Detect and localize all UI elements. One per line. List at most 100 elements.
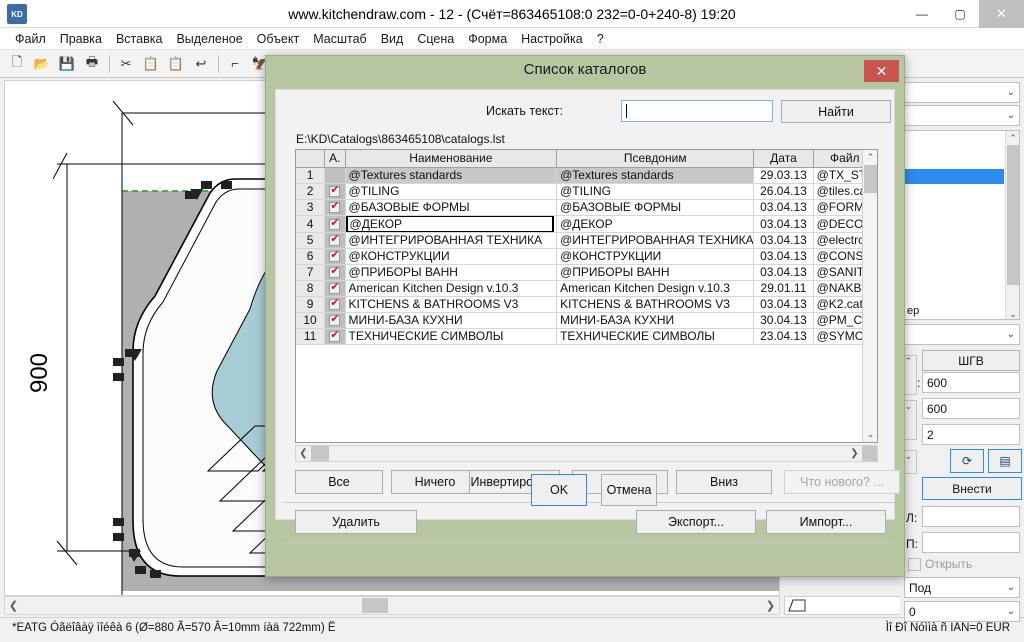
scroll-up-arrow-icon[interactable]: ⌃ — [1006, 131, 1019, 145]
table-row[interactable]: 7@ПРИБОРЫ ВАНН@ПРИБОРЫ ВАНН03.04.13@SANI… — [296, 264, 877, 281]
table-row[interactable]: 4@ДЕКОР@ДЕКОР03.04.13@DECOCU.c — [296, 215, 877, 233]
scroll-right-arrow-icon[interactable]: ❯ — [762, 599, 779, 612]
table-row[interactable]: 1 @Textures standards @Textures standards 2… — [296, 167, 877, 184]
row-alias-cell[interactable]: МИНИ-БАЗА КУХНИ — [556, 312, 755, 329]
item-list-selected-row[interactable] — [905, 169, 1004, 184]
scroll-track[interactable] — [311, 446, 847, 461]
row-name-cell[interactable]: American Kitchen Design v.10.3 — [345, 280, 558, 297]
row-alias-cell[interactable]: @ИНТЕГРИРОВАННАЯ ТЕХНИКА — [556, 232, 755, 249]
menu-item-insert[interactable]: Вставка — [109, 30, 169, 48]
row-active-checkbox[interactable] — [324, 232, 346, 249]
row-alias-cell[interactable]: @БАЗОВЫЕ ФОРМЫ — [556, 199, 755, 216]
menu-item-view[interactable]: Вид — [374, 30, 411, 48]
item-list-scrollbar[interactable]: ⌃ ⌄ — [1005, 131, 1019, 319]
save-disk-icon[interactable]: 💾 — [55, 52, 79, 76]
menu-item-settings[interactable]: Настройка — [514, 30, 590, 48]
print-icon[interactable]: 🖶 — [80, 52, 104, 76]
cancel-button[interactable]: Отмена — [601, 474, 657, 506]
row-alias-cell[interactable]: @ДЕКОР — [556, 215, 755, 233]
row-active-checkbox[interactable] — [324, 280, 346, 297]
menu-item-edit[interactable]: Правка — [53, 30, 109, 48]
menu-item-shape[interactable]: Форма — [461, 30, 514, 48]
variant-select[interactable]: ⌄ — [904, 324, 1020, 345]
row-name-cell[interactable]: @ПРИБОРЫ ВАНН — [345, 264, 558, 281]
row-active-checkbox[interactable] — [324, 264, 346, 281]
scroll-left-arrow-icon[interactable]: ❮ — [296, 448, 311, 459]
item-list[interactable]: ер ⌃ ⌄ — [904, 130, 1020, 320]
row-active-checkbox[interactable] — [324, 199, 346, 216]
number-select[interactable]: 0 ⌄ — [904, 601, 1020, 622]
row-active-checkbox[interactable] — [324, 296, 346, 313]
shgv-button[interactable]: ШГВ — [922, 350, 1020, 371]
table-row[interactable]: 6@КОНСТРУКЦИИ@КОНСТРУКЦИИ03.04.13@CONSTR… — [296, 248, 877, 265]
row-name-cell[interactable]: @БАЗОВЫЕ ФОРМЫ — [345, 199, 558, 216]
catalog-grid[interactable]: A. Наименование Псевдоним Дата Файл 1 @Te… — [295, 149, 878, 443]
grid-horizontal-scrollbar[interactable]: ❮ ❯ — [295, 445, 878, 462]
table-row[interactable]: 10МИНИ-БАЗА КУХНИМИНИ-БАЗА КУХНИ30.04.13… — [296, 312, 877, 329]
close-button[interactable]: ✕ — [979, 0, 1024, 28]
dialog-close-button[interactable]: ✕ — [864, 60, 899, 82]
col-header-alias[interactable]: Псевдоним — [556, 150, 755, 168]
minimize-button[interactable]: — — [903, 0, 941, 28]
row-name-cell[interactable]: @ИНТЕГРИРОВАННАЯ ТЕХНИКА — [345, 232, 558, 249]
menu-item-object[interactable]: Объект — [250, 30, 307, 48]
family-select[interactable]: ⌄ — [904, 105, 1020, 126]
open-checkbox[interactable]: Открыть — [908, 557, 972, 571]
row-alias-cell[interactable]: @КОНСТРУКЦИИ — [556, 248, 755, 265]
search-input[interactable] — [621, 100, 773, 122]
find-button[interactable]: Найти — [781, 100, 891, 123]
maximize-button[interactable]: ▢ — [941, 0, 979, 28]
menu-item-scene[interactable]: Сцена — [410, 30, 461, 48]
new-file-icon[interactable]: 🗋 — [5, 52, 29, 76]
row-name-cell[interactable]: KITCHENS & BATHROOMS V3 — [345, 296, 558, 313]
height-input[interactable]: 2 — [922, 424, 1020, 445]
wall-icon[interactable]: ⌐ — [223, 52, 247, 76]
menu-item-scale[interactable]: Масштаб — [306, 30, 373, 48]
col-header-name[interactable]: Наименование — [345, 150, 558, 168]
depth-input[interactable]: 600 — [922, 398, 1020, 419]
paste-icon[interactable]: 📋 — [164, 52, 188, 76]
catalog-select-top[interactable]: ⌄ — [904, 82, 1020, 103]
menu-item-file[interactable]: Файл — [8, 30, 53, 48]
row-alias-cell[interactable]: @TILING — [556, 183, 755, 200]
scroll-track[interactable] — [22, 597, 762, 614]
scroll-left-arrow-icon[interactable]: ❮ — [5, 599, 22, 612]
properties-icon[interactable]: ▤ — [988, 449, 1022, 473]
left-input[interactable] — [922, 506, 1020, 527]
col-header-date[interactable]: Дата — [753, 150, 814, 168]
canvas-horizontal-scrollbar[interactable]: ❮ ❯ — [4, 596, 780, 615]
undo-arrow-icon[interactable]: ↩ — [189, 52, 213, 76]
row-active-checkbox[interactable] — [324, 167, 346, 184]
row-alias-cell[interactable]: KITCHENS & BATHROOMS V3 — [556, 296, 755, 313]
scroll-down-arrow-icon[interactable]: ⌄ — [863, 427, 877, 442]
table-row[interactable]: 3@БАЗОВЫЕ ФОРМЫ@БАЗОВЫЕ ФОРМЫ03.04.13@FO… — [296, 199, 877, 216]
checkbox-box[interactable] — [908, 557, 921, 571]
table-row[interactable]: 8 American Kitchen Design v.10.3American … — [296, 280, 877, 297]
row-name-cell[interactable]: МИНИ-БАЗА КУХНИ — [345, 312, 558, 329]
scroll-thumb[interactable] — [311, 446, 329, 461]
right-input[interactable] — [922, 532, 1020, 553]
table-row[interactable]: 5 @ИНТЕГРИРОВАННАЯ ТЕХНИКА@ИНТЕГРИРОВАННА… — [296, 232, 877, 249]
scroll-thumb[interactable] — [864, 165, 877, 193]
grid-vertical-scrollbar[interactable]: ⌃ ⌄ — [862, 150, 877, 442]
row-active-checkbox[interactable] — [324, 248, 346, 265]
table-row[interactable]: 11 ТЕХНИЧЕСКИЕ СИМВОЛЫТЕХНИЧЕСКИЕ СИМВОЛЫ… — [296, 328, 877, 345]
table-row[interactable]: 9 KITCHENS & BATHROOMS V3KITCHENS & BATHR… — [296, 296, 877, 313]
row-active-checkbox[interactable] — [324, 215, 346, 233]
width-input[interactable]: 600 — [922, 372, 1020, 393]
scroll-down-arrow-icon[interactable]: ⌄ — [1006, 307, 1019, 319]
row-name-cell[interactable]: @TILING — [345, 183, 558, 200]
row-active-checkbox[interactable] — [324, 328, 346, 345]
copy-icon[interactable]: 📋 — [139, 52, 163, 76]
menu-item-help[interactable]: ? — [590, 30, 611, 48]
apply-button[interactable]: Внести — [922, 477, 1022, 500]
rotate-icon[interactable]: ⟳ — [950, 449, 984, 473]
row-active-checkbox[interactable] — [324, 183, 346, 200]
row-alias-cell[interactable]: @Textures standards — [556, 167, 755, 184]
table-row[interactable]: 2@TILING@TILING26.04.13@tiles.cat — [296, 183, 877, 200]
scroll-thumb[interactable] — [362, 598, 388, 613]
scroll-up-arrow-icon[interactable]: ⌃ — [863, 150, 877, 165]
position-select[interactable]: Под ⌄ — [904, 577, 1020, 598]
col-header-index[interactable] — [296, 150, 326, 168]
row-alias-cell[interactable]: ТЕХНИЧЕСКИЕ СИМВОЛЫ — [556, 328, 755, 345]
